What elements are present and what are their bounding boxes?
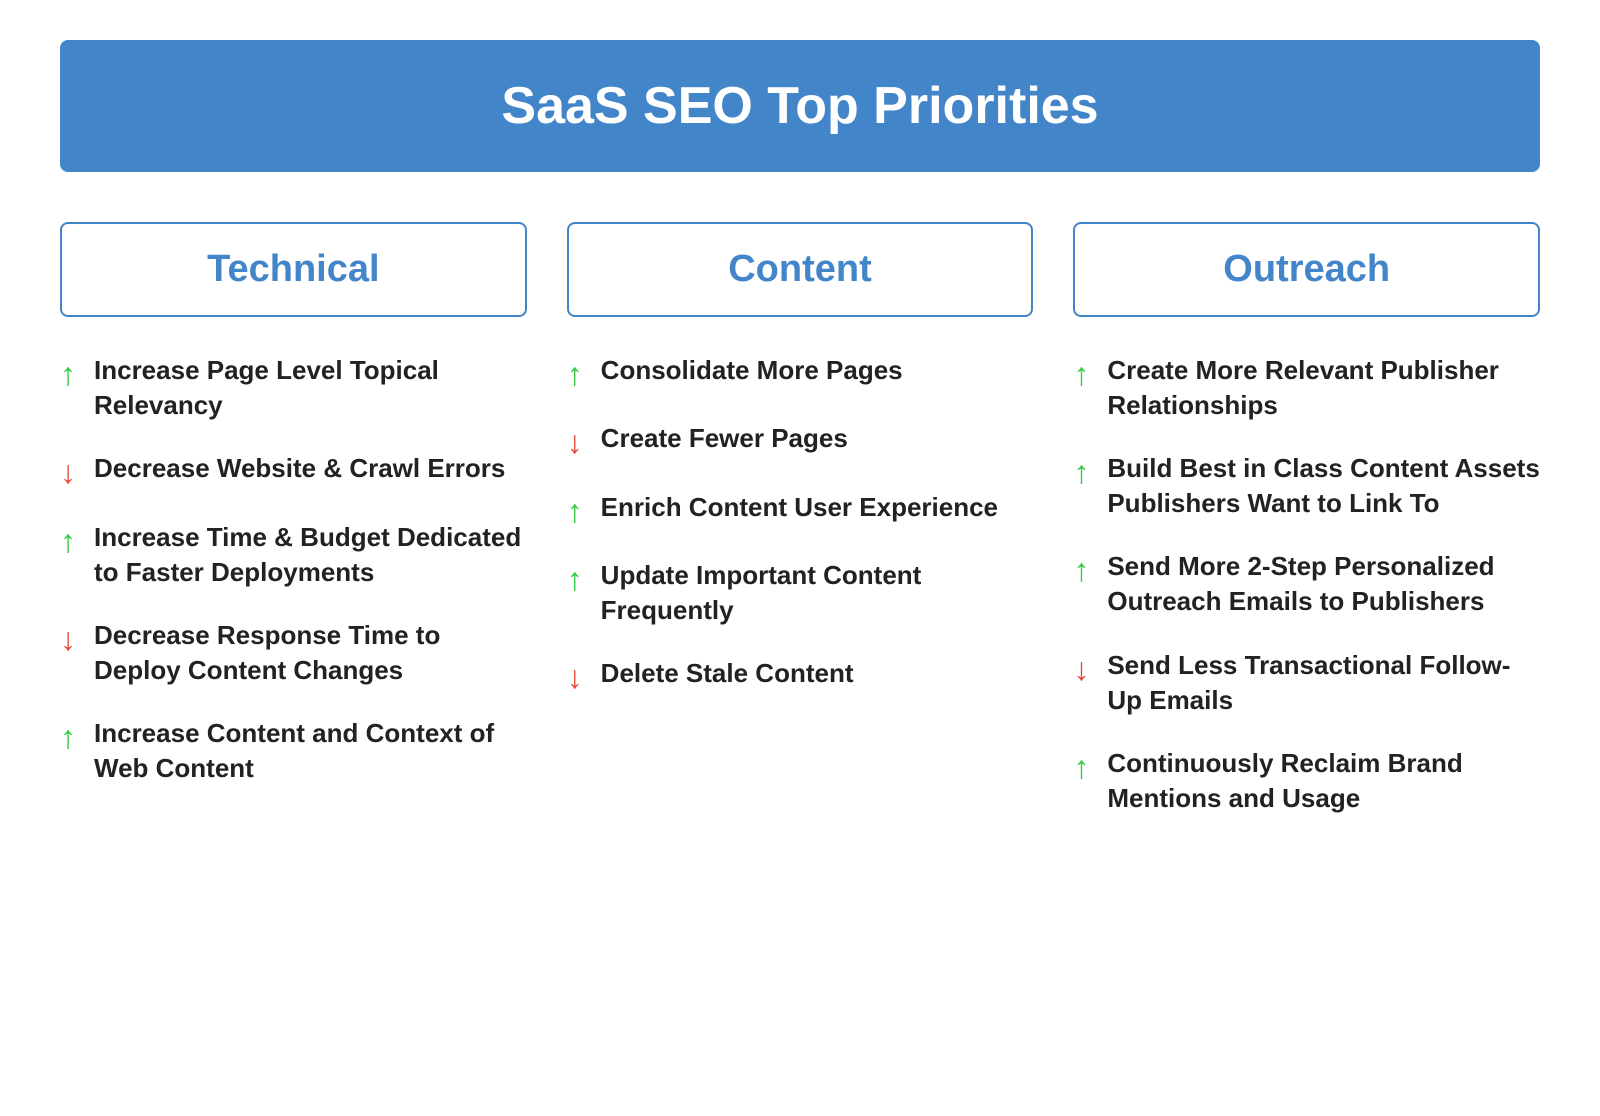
list-item: ↑ Update Important Content Frequently (567, 558, 1034, 628)
list-item: ↓ Decrease Website & Crawl Errors (60, 451, 527, 491)
column-title-outreach: Outreach (1223, 248, 1390, 290)
item-label: Increase Page Level Topical Relevancy (94, 353, 527, 423)
column-title-technical: Technical (207, 248, 379, 290)
column-header-technical: Technical (60, 222, 527, 317)
arrow-down-icon: ↓ (567, 658, 583, 696)
item-label: Create More Relevant Publisher Relations… (1107, 353, 1540, 423)
arrow-up-icon: ↑ (567, 492, 583, 530)
item-label: Delete Stale Content (601, 656, 854, 691)
list-item: ↑ Consolidate More Pages (567, 353, 1034, 393)
list-item: ↓ Decrease Response Time to Deploy Conten… (60, 618, 527, 688)
arrow-up-icon: ↑ (60, 522, 76, 560)
arrow-down-icon: ↓ (567, 423, 583, 461)
item-label: Send More 2-Step Personalized Outreach E… (1107, 549, 1540, 619)
arrow-up-icon: ↑ (1073, 453, 1089, 491)
list-item: ↓ Create Fewer Pages (567, 421, 1034, 461)
column-title-content: Content (728, 248, 872, 290)
column-content: Content ↑ Consolidate More Pages ↓ Create Fe… (567, 222, 1034, 697)
list-item: ↑ Send More 2-Step Personalized Outreach … (1073, 549, 1540, 619)
page-title: SaaS SEO Top Priorities (501, 77, 1098, 135)
arrow-up-icon: ↑ (60, 718, 76, 756)
column-header-content: Content (567, 222, 1034, 317)
item-label: Create Fewer Pages (601, 421, 848, 456)
item-label: Enrich Content User Experience (601, 490, 998, 525)
item-label: Decrease Website & Crawl Errors (94, 451, 505, 486)
item-label: Increase Content and Context of Web Cont… (94, 716, 527, 786)
item-label: Increase Time & Budget Dedicated to Fast… (94, 520, 527, 590)
arrow-up-icon: ↑ (567, 560, 583, 598)
list-item: ↑ Increase Content and Context of Web Con… (60, 716, 527, 786)
list-item: ↑ Build Best in Class Content Assets Publ… (1073, 451, 1540, 521)
item-label: Build Best in Class Content Assets Publi… (1107, 451, 1540, 521)
column-technical: Technical ↑ Increase Page Level Topical Re… (60, 222, 527, 786)
list-item: ↑ Increase Page Level Topical Relevancy (60, 353, 527, 423)
arrow-up-icon: ↑ (60, 355, 76, 393)
columns-container: Technical ↑ Increase Page Level Topical Re… (60, 222, 1540, 816)
header-banner: SaaS SEO Top Priorities (60, 40, 1540, 172)
item-label: Update Important Content Frequently (601, 558, 1034, 628)
arrow-down-icon: ↓ (1073, 650, 1089, 688)
item-list-outreach: ↑ Create More Relevant Publisher Relation… (1073, 353, 1540, 816)
list-item: ↑ Continuously Reclaim Brand Mentions and… (1073, 746, 1540, 816)
item-label: Send Less Transactional Follow-Up Emails (1107, 648, 1540, 718)
arrow-up-icon: ↑ (1073, 355, 1089, 393)
item-list-content: ↑ Consolidate More Pages ↓ Create Fewer Pag… (567, 353, 1034, 697)
item-label: Consolidate More Pages (601, 353, 903, 388)
column-header-outreach: Outreach (1073, 222, 1540, 317)
item-list-technical: ↑ Increase Page Level Topical Relevancy ↓ D… (60, 353, 527, 786)
list-item: ↓ Send Less Transactional Follow-Up Email… (1073, 648, 1540, 718)
arrow-up-icon: ↑ (1073, 748, 1089, 786)
list-item: ↓ Delete Stale Content (567, 656, 1034, 696)
item-label: Continuously Reclaim Brand Mentions and … (1107, 746, 1540, 816)
arrow-up-icon: ↑ (1073, 551, 1089, 589)
arrow-up-icon: ↑ (567, 355, 583, 393)
list-item: ↑ Create More Relevant Publisher Relation… (1073, 353, 1540, 423)
item-label: Decrease Response Time to Deploy Content… (94, 618, 527, 688)
arrow-down-icon: ↓ (60, 453, 76, 491)
arrow-down-icon: ↓ (60, 620, 76, 658)
list-item: ↑ Increase Time & Budget Dedicated to Fas… (60, 520, 527, 590)
list-item: ↑ Enrich Content User Experience (567, 490, 1034, 530)
column-outreach: Outreach ↑ Create More Relevant Publisher … (1073, 222, 1540, 816)
